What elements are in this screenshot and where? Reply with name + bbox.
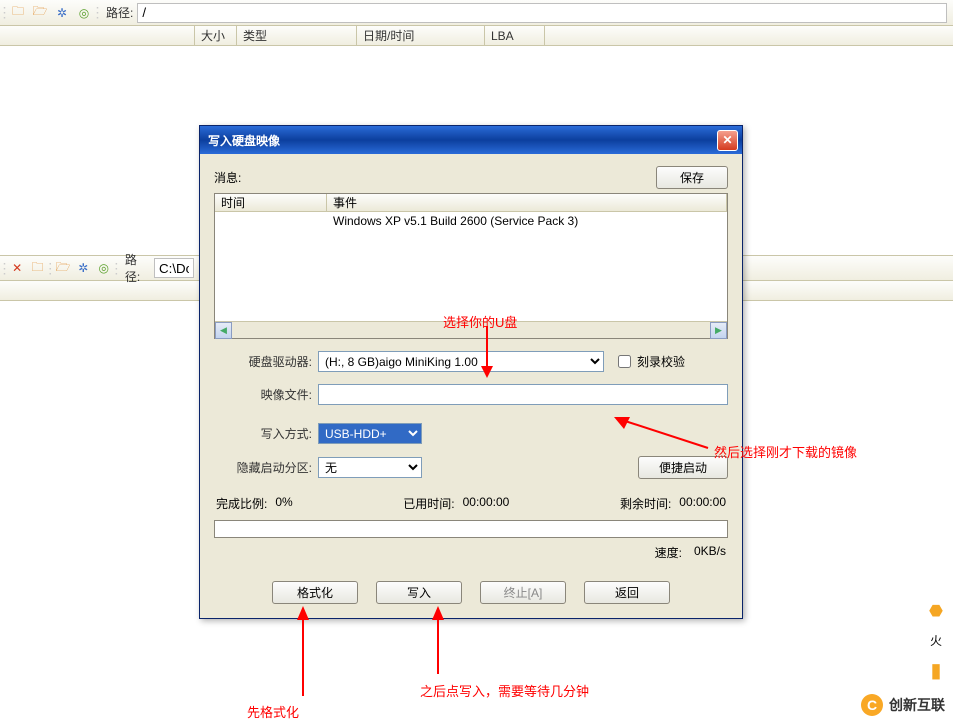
save-button[interactable]: 保存 xyxy=(656,166,728,189)
format-button[interactable]: 格式化 xyxy=(272,581,358,604)
watermark: C 创新互联 xyxy=(853,690,953,720)
speed-value: 0KB/s xyxy=(694,544,726,561)
back-button[interactable]: 返回 xyxy=(584,581,670,604)
path-label: 路径: xyxy=(125,251,150,285)
watermark-icon: C xyxy=(861,694,883,716)
gear-icon[interactable]: ✲ xyxy=(73,257,93,279)
annotation-then-write: 之后点写入，需要等待几分钟 xyxy=(420,681,589,700)
percent-label: 完成比例: xyxy=(216,495,267,512)
speed-label: 速度: xyxy=(655,544,682,561)
path-input[interactable] xyxy=(137,3,947,23)
drive-label: 硬盘驱动器: xyxy=(214,353,312,370)
col-lba[interactable]: LBA xyxy=(485,26,545,45)
annotation-format-first: 先格式化 xyxy=(247,702,299,721)
folder-up-icon[interactable]: 🗁 xyxy=(53,257,73,279)
shield-icon: ⬣ xyxy=(925,600,947,622)
scrollbar[interactable]: ◀ ▶ xyxy=(215,321,727,338)
remaining-label: 剩余时间: xyxy=(620,495,671,512)
side-label: 火 xyxy=(930,632,942,649)
write-mode-select[interactable]: USB-HDD+ xyxy=(318,423,422,444)
toolbar-grip xyxy=(95,2,100,24)
delete-icon[interactable]: ✕ xyxy=(7,257,27,279)
message-event-text: Windows XP v5.1 Build 2600 (Service Pack… xyxy=(333,214,578,228)
second-toolbar: ✕ 🗀 🗁 ✲ ◎ 路径: xyxy=(0,255,200,281)
hidden-boot-label: 隐藏启动分区: xyxy=(214,459,312,476)
path-input-2[interactable] xyxy=(154,258,194,278)
remaining-value: 00:00:00 xyxy=(679,495,726,512)
verify-label: 刻录校验 xyxy=(637,353,685,370)
image-file-input[interactable] xyxy=(318,384,728,405)
message-row: Windows XP v5.1 Build 2600 (Service Pack… xyxy=(215,212,727,321)
close-icon[interactable]: ✕ xyxy=(717,130,738,151)
folder-tree-icon[interactable]: 🗀 xyxy=(7,2,29,24)
write-mode-label: 写入方式: xyxy=(214,425,312,442)
scroll-left-icon[interactable]: ◀ xyxy=(215,322,232,339)
path-label: 路径: xyxy=(106,4,133,21)
write-disk-image-dialog: 写入硬盘映像 ✕ 消息: 保存 时间 事件 Windows XP v5.1 Bu… xyxy=(199,125,743,619)
elapsed-label: 已用时间: xyxy=(403,495,454,512)
progress-bar xyxy=(214,520,728,538)
dialog-titlebar[interactable]: 写入硬盘映像 ✕ xyxy=(200,126,742,154)
dialog-title: 写入硬盘映像 xyxy=(208,132,280,149)
elapsed-value: 00:00:00 xyxy=(463,495,510,512)
column-header: 大小 类型 日期/时间 LBA xyxy=(0,26,953,46)
stop-button: 终止[A] xyxy=(480,581,566,604)
drive-select[interactable]: (H:, 8 GB)aigo MiniKing 1.00 xyxy=(318,351,604,372)
message-table: 时间 事件 Windows XP v5.1 Build 2600 (Servic… xyxy=(214,193,728,339)
folder-up-icon[interactable]: 🗁 xyxy=(29,2,51,24)
side-icons: ⬣ 火 ▮ xyxy=(925,600,947,681)
top-toolbar: 🗀 🗁 ✲ ◎ 路径: xyxy=(0,0,953,26)
gear-icon[interactable]: ✲ xyxy=(51,2,73,24)
image-file-label: 映像文件: xyxy=(214,386,312,403)
col-type[interactable]: 类型 xyxy=(237,26,357,45)
dialog-body: 消息: 保存 时间 事件 Windows XP v5.1 Build 2600 … xyxy=(200,154,742,618)
quick-boot-button[interactable]: 便捷启动 xyxy=(638,456,728,479)
hidden-boot-select[interactable]: 无 xyxy=(318,457,422,478)
scroll-right-icon[interactable]: ▶ xyxy=(710,322,727,339)
message-header: 时间 事件 xyxy=(215,194,727,212)
verify-checkbox[interactable] xyxy=(618,355,631,368)
percent-value: 0% xyxy=(275,495,292,512)
usb-icon: ▮ xyxy=(925,659,947,681)
watermark-text: 创新互联 xyxy=(889,695,945,715)
scroll-track[interactable] xyxy=(232,322,710,338)
col-time[interactable]: 时间 xyxy=(215,194,327,211)
write-button[interactable]: 写入 xyxy=(376,581,462,604)
toolbar-grip xyxy=(114,257,119,279)
col-size[interactable]: 大小 xyxy=(195,26,237,45)
arrow-icon xyxy=(291,606,321,700)
col-datetime[interactable]: 日期/时间 xyxy=(357,26,485,45)
col-name[interactable] xyxy=(0,26,195,45)
message-label: 消息: xyxy=(214,169,241,186)
col-event[interactable]: 事件 xyxy=(327,194,727,211)
